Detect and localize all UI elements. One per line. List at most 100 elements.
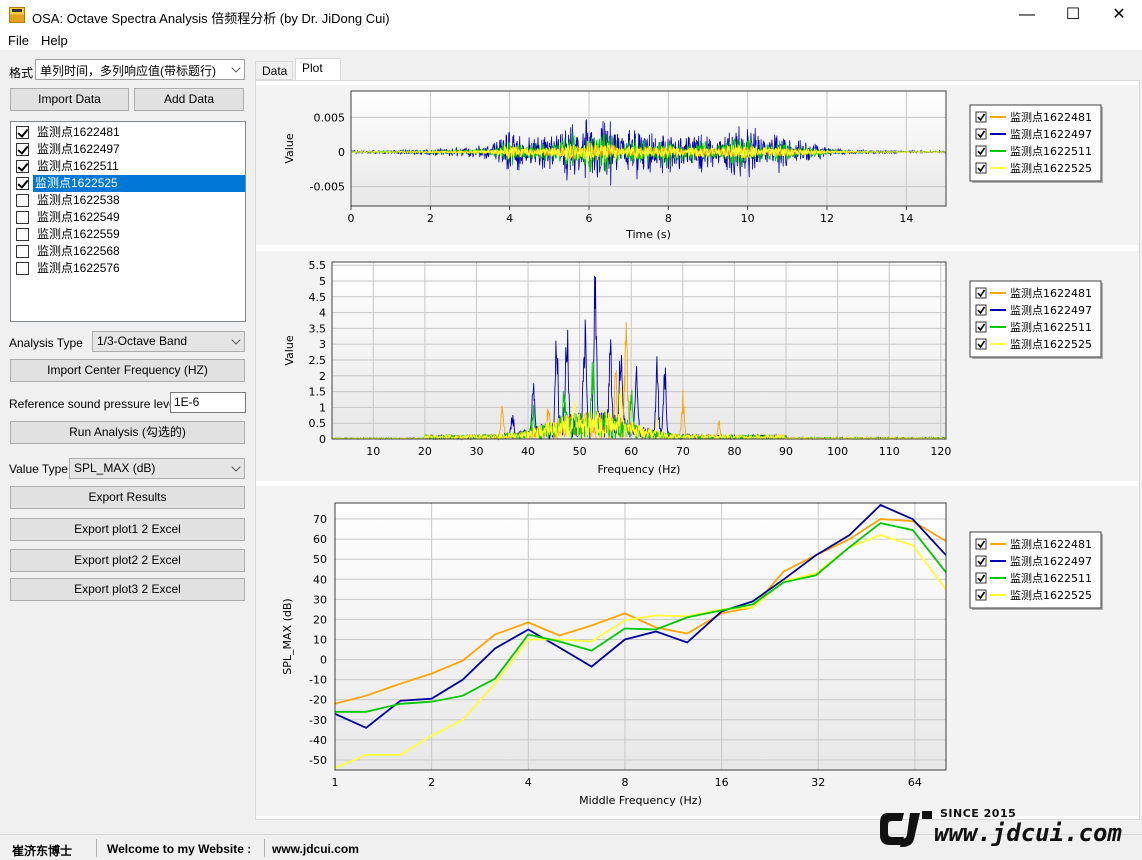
x-axis-label: Time (s) (625, 228, 671, 241)
channel-list-item[interactable]: 监测点1622559 (11, 226, 245, 243)
channel-list-item[interactable]: 监测点1622576 (11, 260, 245, 277)
website-logo: SINCE 2015 www.jdcui.com (878, 803, 1136, 855)
y-tick-label: 4.5 (309, 291, 327, 304)
import-center-frequency-button[interactable]: Import Center Frequency (HZ) (10, 359, 245, 382)
channel-label: 监测点1622549 (37, 210, 120, 224)
legend-label: 监测点1622497 (1010, 128, 1092, 141)
channel-list-item[interactable]: 监测点1622549 (11, 209, 245, 226)
reference-pressure-label: Reference sound pressure level (9, 397, 179, 411)
channel-checkbox[interactable] (16, 177, 29, 190)
run-analysis-button[interactable]: Run Analysis (勾选的) (10, 421, 245, 444)
y-tick-label: -40 (309, 734, 327, 747)
import-data-button[interactable]: Import Data (10, 88, 129, 111)
x-tick-label: 8 (621, 776, 628, 789)
x-axis-label: Middle Frequency (Hz) (579, 794, 702, 807)
y-tick-label: -20 (309, 694, 327, 707)
channel-checkbox[interactable] (16, 160, 29, 173)
channel-list-item[interactable]: 监测点1622568 (11, 243, 245, 260)
legend-label: 监测点1622481 (1010, 287, 1092, 300)
window-title: OSA: Octave Spectra Analysis 倍频程分析 (by D… (32, 11, 390, 26)
octave-band-panel: 1 2 4 8 16 32 64 -50 -40 -30 -20 -10 0 10 20 30 40 50 60 70… (256, 486, 1139, 816)
channel-label: 监测点1622559 (37, 227, 120, 241)
channel-checkbox[interactable] (16, 228, 29, 241)
x-tick-label: 6 (586, 212, 593, 225)
menu-help[interactable]: Help (41, 33, 68, 48)
x-tick-label: 110 (879, 445, 900, 458)
y-tick-label: 2.5 (309, 354, 327, 367)
channel-checkbox[interactable] (16, 143, 29, 156)
channel-label: 监测点1622568 (37, 244, 120, 258)
maximize-button[interactable]: ☐ (1050, 0, 1096, 31)
export-plot3-button[interactable]: Export plot3 2 Excel (10, 578, 245, 601)
x-tick-label: 1 (332, 776, 339, 789)
y-tick-label: 0 (320, 654, 327, 667)
plot-area: 0 2 4 6 8 10 12 14 -0.005 0 0.005 Time (s) Value 监测点1… (255, 80, 1140, 820)
channel-list-item[interactable]: 监测点1622538 (11, 192, 245, 209)
channel-list-item[interactable]: 监测点1622511 (11, 158, 245, 175)
y-tick-label: 1.5 (309, 386, 327, 399)
menu-bar: File Help (0, 31, 1142, 50)
x-tick-label: 4 (525, 776, 532, 789)
y-tick-label: 60 (313, 533, 327, 546)
channel-checkbox[interactable] (16, 211, 29, 224)
add-data-button[interactable]: Add Data (134, 88, 244, 111)
channel-checkbox[interactable] (16, 262, 29, 275)
channel-label: 监测点1622538 (37, 193, 120, 207)
tab-data[interactable]: Data (255, 61, 293, 80)
channel-checkbox[interactable] (16, 194, 29, 207)
export-plot2-button[interactable]: Export plot2 2 Excel (10, 549, 245, 572)
channel-checkbox[interactable] (16, 245, 29, 258)
analysis-type-select[interactable]: 1/3-Octave Band (92, 331, 245, 352)
y-tick-label: 0.5 (309, 417, 327, 430)
channel-label: 监测点1622511 (37, 159, 119, 173)
x-tick-label: 60 (624, 445, 638, 458)
channel-list-item[interactable]: 监测点1622497 (11, 141, 245, 158)
time-history-panel: 0 2 4 6 8 10 12 14 -0.005 0 0.005 Time (s) Value 监测点1… (256, 85, 1139, 245)
legend-label: 监测点1622497 (1010, 555, 1092, 568)
y-axis-label: SPL_MAX (dB) (281, 598, 294, 674)
y-tick-label: 3 (319, 338, 326, 351)
channel-list[interactable]: 监测点1622481 监测点1622497 监测点1622511 监测点1622525… (10, 121, 246, 322)
y-tick-label: 30 (313, 593, 327, 606)
chevron-down-icon (231, 63, 241, 73)
x-tick-label: 10 (366, 445, 380, 458)
menu-file[interactable]: File (8, 33, 29, 48)
x-tick-label: 0 (348, 212, 355, 225)
y-tick-label: 0 (319, 433, 326, 446)
y-axis-label: Value (283, 335, 296, 365)
y-tick-label: 5.5 (309, 259, 327, 272)
x-tick-label: 2 (428, 776, 435, 789)
reference-pressure-input[interactable]: 1E-6 (170, 392, 246, 413)
y-axis-label: Value (283, 133, 296, 163)
status-separator (264, 839, 265, 857)
x-tick-label: 2 (427, 212, 434, 225)
legend-label: 监测点1622511 (1010, 145, 1092, 158)
x-tick-label: 30 (469, 445, 483, 458)
tab-plot[interactable]: Plot (295, 58, 341, 80)
close-button[interactable]: ✕ (1096, 0, 1142, 31)
channel-label: 监测点1622481 (37, 125, 120, 139)
legend-label: 监测点1622525 (1010, 589, 1092, 602)
octave-band-chart: 1 2 4 8 16 32 64 -50 -40 -30 -20 -10 0 10 20 30 40 50 60 70… (281, 502, 1103, 807)
y-tick-label: -10 (309, 674, 327, 687)
value-type-select[interactable]: SPL_MAX (dB) (69, 458, 245, 479)
legend-label: 监测点1622511 (1010, 321, 1092, 334)
channel-list-item[interactable]: 监测点1622525 (11, 175, 245, 192)
export-plot1-button[interactable]: Export plot1 2 Excel (10, 518, 245, 541)
export-results-button[interactable]: Export Results (10, 486, 245, 509)
x-tick-label: 4 (506, 212, 513, 225)
x-tick-label: 50 (573, 445, 587, 458)
app-icon (9, 7, 25, 23)
y-tick-label: 5 (319, 275, 326, 288)
channel-list-item[interactable]: 监测点1622481 (11, 124, 245, 141)
status-url-link[interactable]: www.jdcui.com (272, 842, 359, 856)
x-tick-label: 120 (930, 445, 951, 458)
y-tick-label: 3.5 (309, 322, 327, 335)
x-tick-label: 8 (665, 212, 672, 225)
title-bar: OSA: Octave Spectra Analysis 倍频程分析 (by D… (0, 0, 1142, 31)
format-select[interactable]: 单列时间，多列响应值(带标题行) (35, 59, 245, 80)
minimize-button[interactable]: — (1004, 0, 1050, 31)
logo-url: www.jdcui.com (934, 819, 1122, 847)
channel-checkbox[interactable] (16, 126, 29, 139)
y-tick-label: -30 (309, 714, 327, 727)
